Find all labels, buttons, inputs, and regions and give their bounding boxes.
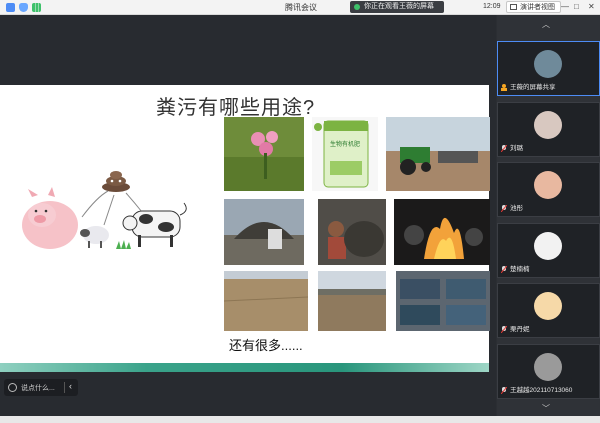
slide-bottom-band [0, 363, 489, 372]
view-toggle-button[interactable]: 演讲者视图 [506, 1, 561, 13]
maximize-icon[interactable]: □ [574, 2, 579, 11]
avatar [534, 292, 562, 320]
mic-muted-icon [501, 205, 507, 212]
meeting-app-icon [6, 3, 15, 12]
slide-footer: 还有很多...... [229, 338, 303, 353]
chat-input[interactable]: 说点什么... ‹ [4, 379, 78, 396]
mic-muted-icon [501, 387, 507, 394]
participant-name: 刘璐 [510, 145, 523, 152]
participant-tile[interactable]: 楚楠楠 [497, 223, 600, 278]
photo-fire-burning [394, 199, 490, 265]
mic-muted-icon [501, 326, 507, 333]
clock: 12:09 [483, 3, 501, 10]
avatar [534, 232, 562, 260]
participant-name: 栗丹妮 [510, 326, 530, 333]
mic-muted-icon [501, 266, 507, 273]
photo-manure-shed [224, 199, 304, 265]
photo-peony-flowers [224, 117, 304, 191]
animals-illustration [22, 167, 192, 257]
chevron-left-icon[interactable]: ‹ [69, 381, 72, 391]
shared-screen-area: 粪污有哪些用途? 生物有机肥 还有很多...... 说点什么... ‹ [0, 15, 496, 416]
watching-indicator: 你正在观看王薇的屏幕 [350, 1, 444, 13]
view-toggle-label: 演讲者视图 [520, 4, 555, 11]
participant-name: 池彤 [510, 205, 523, 212]
mic-muted-icon [501, 145, 507, 152]
participant-tile[interactable]: 王越越2021107130​60 [497, 344, 600, 399]
photo-treatment-ponds [396, 271, 490, 331]
participant-tile[interactable]: 栗丹妮 [497, 283, 600, 338]
shield-icon[interactable] [19, 3, 28, 12]
participant-tile[interactable]: 池彤 [497, 162, 600, 217]
title-bar: 腾讯会议 你正在观看王薇的屏幕 12:09 演讲者视图 — □ ✕ [0, 0, 600, 15]
photo-bare-soil [224, 271, 308, 331]
chat-icon [8, 383, 17, 392]
avatar [534, 111, 562, 139]
presentation-slide: 粪污有哪些用途? 生物有机肥 还有很多...... [0, 85, 490, 372]
participant-tile[interactable]: 刘璐 [497, 102, 600, 157]
chevron-up-icon[interactable]: ︿ [542, 19, 550, 30]
avatar [534, 353, 562, 381]
participants-panel: ︿ 王薇的屏幕共享 刘璐 池彤 楚楠楠 栗丹妮 [497, 15, 600, 416]
photo-worker-dung [318, 199, 386, 265]
signal-icon[interactable] [32, 3, 41, 12]
participant-tile[interactable]: 王薇的屏幕共享 [497, 41, 600, 96]
photo-field-horizon [318, 271, 386, 331]
app-title: 腾讯会议 [285, 3, 317, 12]
close-icon[interactable]: ✕ [588, 2, 595, 11]
chevron-down-icon[interactable]: ﹀ [542, 403, 550, 414]
participant-name: 王越越2021107130​60 [510, 387, 573, 394]
bag-label: 生物有机肥 [330, 142, 361, 148]
user-icon [501, 84, 507, 91]
photo-tractor-field [386, 117, 490, 191]
chat-placeholder: 说点什么... [21, 385, 55, 392]
chat-divider [64, 382, 65, 393]
avatar [534, 171, 562, 199]
taskbar [0, 416, 600, 423]
watching-text: 你正在观看王薇的屏幕 [364, 3, 434, 10]
avatar [534, 50, 562, 78]
screen-share-icon [354, 4, 360, 10]
layout-icon [510, 4, 517, 10]
slide-title: 粪污有哪些用途? [156, 97, 316, 119]
photo-fertilizer-bag: 生物有机肥 [312, 117, 378, 191]
participant-name: 楚楠楠 [510, 266, 530, 273]
participant-name: 王薇的屏幕共享 [510, 84, 556, 91]
meeting-window: 腾讯会议 你正在观看王薇的屏幕 12:09 演讲者视图 — □ ✕ 粪污有哪些用… [0, 0, 600, 423]
minimize-icon[interactable]: — [561, 2, 569, 11]
